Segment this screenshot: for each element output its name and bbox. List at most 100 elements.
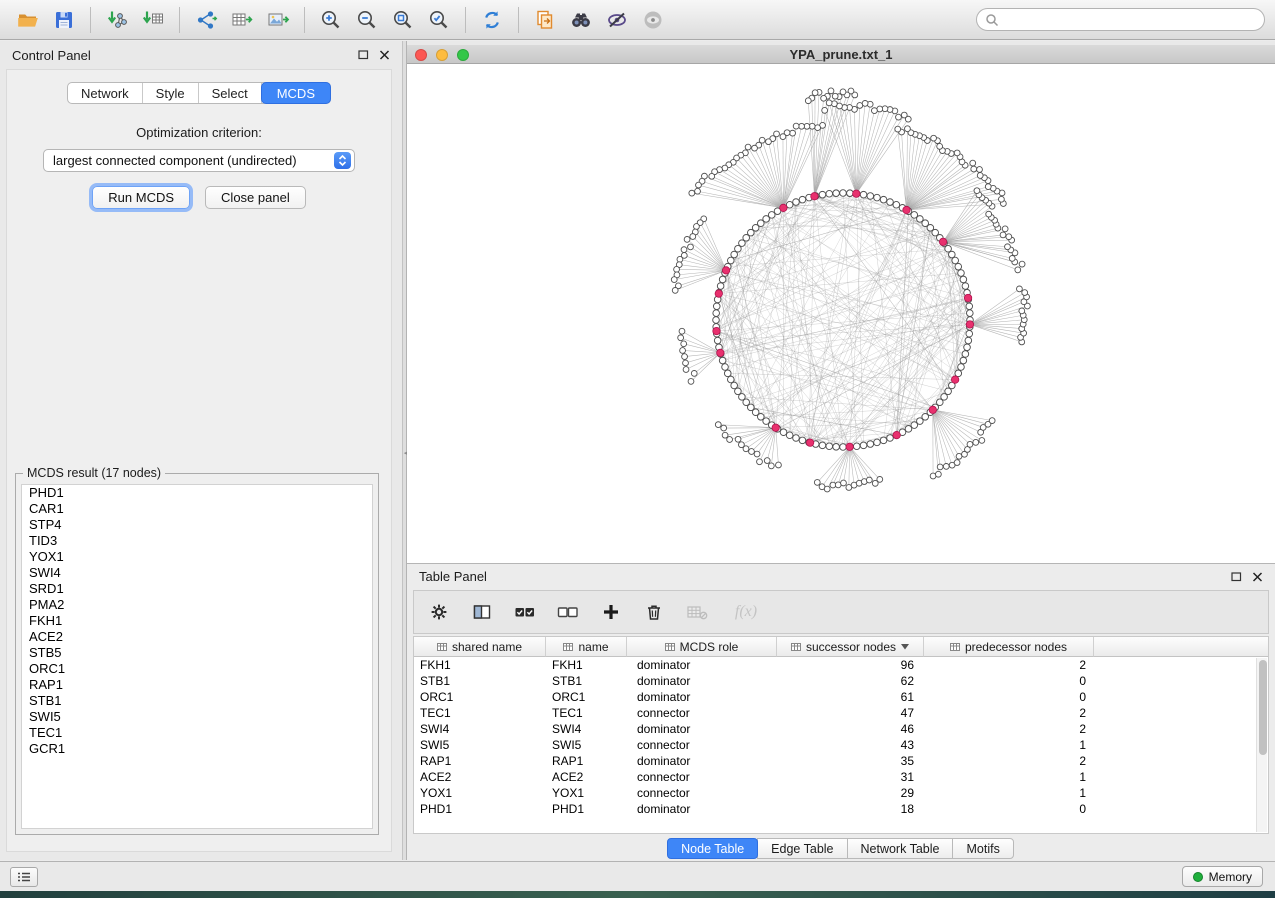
table-cell[interactable]: RAP1 — [546, 753, 627, 769]
table-settings-button[interactable] — [428, 601, 450, 623]
select-all-rows-button[interactable] — [514, 601, 536, 623]
mcds-result-item[interactable]: ORC1 — [22, 661, 372, 677]
mcds-result-item[interactable]: SWI4 — [22, 565, 372, 581]
table-cell[interactable]: dominator — [627, 801, 777, 817]
table-cell[interactable]: dominator — [627, 721, 777, 737]
mcds-result-item[interactable]: STP4 — [22, 517, 372, 533]
mcds-result-item[interactable]: ACE2 — [22, 629, 372, 645]
table-cell[interactable]: 2 — [924, 721, 1094, 737]
table-cell[interactable]: connector — [627, 785, 777, 801]
table-cell[interactable]: dominator — [627, 657, 777, 673]
table-cell[interactable]: FKH1 — [414, 657, 546, 673]
column-header-mcds-role[interactable]: MCDS role — [627, 637, 777, 657]
memory-button[interactable]: Memory — [1182, 866, 1263, 887]
table-cell[interactable]: 0 — [924, 801, 1094, 817]
import-table-button[interactable] — [135, 4, 171, 36]
search-input[interactable] — [999, 12, 1256, 28]
table-cell[interactable]: ORC1 — [546, 689, 627, 705]
tab-mcds[interactable]: MCDS — [261, 82, 331, 104]
column-header-shared-name[interactable]: shared name — [414, 637, 546, 657]
mcds-result-item[interactable]: GCR1 — [22, 741, 372, 757]
table-cell[interactable]: 35 — [777, 753, 924, 769]
close-panel-icon[interactable] — [1252, 572, 1263, 582]
zoom-fit-button[interactable] — [385, 4, 421, 36]
mcds-result-item[interactable]: PHD1 — [22, 485, 372, 501]
mcds-result-item[interactable]: TID3 — [22, 533, 372, 549]
table-cell[interactable]: 31 — [777, 769, 924, 785]
table-cell[interactable]: 43 — [777, 737, 924, 753]
table-cell[interactable]: SWI4 — [414, 721, 546, 737]
table-cell[interactable]: TEC1 — [546, 705, 627, 721]
table-cell[interactable]: 46 — [777, 721, 924, 737]
show-all-button[interactable] — [635, 4, 671, 36]
table-cell[interactable]: ACE2 — [546, 769, 627, 785]
table-cell[interactable]: connector — [627, 769, 777, 785]
zoom-selected-button[interactable] — [421, 4, 457, 36]
network-window-titlebar[interactable]: YPA_prune.txt_1 — [407, 45, 1275, 64]
table-row[interactable]: TEC1TEC1connector472 — [414, 705, 1268, 721]
table-cell[interactable]: PHD1 — [546, 801, 627, 817]
table-cell[interactable]: 0 — [924, 689, 1094, 705]
first-neighbors-button[interactable] — [563, 4, 599, 36]
optimization-criterion-select[interactable]: largest connected component (undirected) — [43, 149, 355, 172]
table-cell[interactable]: ACE2 — [414, 769, 546, 785]
table-cell[interactable]: 0 — [924, 673, 1094, 689]
table-row[interactable]: ACE2ACE2connector311 — [414, 769, 1268, 785]
search-box[interactable] — [976, 8, 1265, 31]
table-cell[interactable]: connector — [627, 705, 777, 721]
export-table-button[interactable] — [224, 4, 260, 36]
export-image-button[interactable] — [260, 4, 296, 36]
mcds-result-item[interactable]: FKH1 — [22, 613, 372, 629]
table-row[interactable]: SWI4SWI4dominator462 — [414, 721, 1268, 737]
tab-style[interactable]: Style — [143, 83, 199, 103]
table-cell[interactable]: RAP1 — [414, 753, 546, 769]
tab-network[interactable]: Network — [68, 83, 143, 103]
float-window-icon[interactable] — [358, 50, 369, 60]
table-cell[interactable]: SWI4 — [546, 721, 627, 737]
table-cell[interactable]: STB1 — [414, 673, 546, 689]
table-cell[interactable]: SWI5 — [414, 737, 546, 753]
zoom-in-button[interactable] — [313, 4, 349, 36]
table-row[interactable]: RAP1RAP1dominator352 — [414, 753, 1268, 769]
zoom-out-button[interactable] — [349, 4, 385, 36]
export-network-button[interactable] — [188, 4, 224, 36]
table-row[interactable]: PHD1PHD1dominator180 — [414, 801, 1268, 817]
table-cell[interactable]: YOX1 — [414, 785, 546, 801]
table-cell[interactable]: dominator — [627, 689, 777, 705]
close-panel-button[interactable]: Close panel — [205, 186, 306, 209]
table-row[interactable]: SWI5SWI5connector431 — [414, 737, 1268, 753]
float-window-icon[interactable] — [1231, 572, 1242, 582]
mcds-result-item[interactable]: RAP1 — [22, 677, 372, 693]
mcds-result-item[interactable]: SRD1 — [22, 581, 372, 597]
refresh-button[interactable] — [474, 4, 510, 36]
mcds-result-list[interactable]: PHD1CAR1STP4TID3YOX1SWI4SRD1PMA2FKH1ACE2… — [21, 484, 373, 829]
table-cell[interactable]: 2 — [924, 705, 1094, 721]
column-header-successor-nodes[interactable]: successor nodes — [777, 637, 924, 657]
table-cell[interactable]: ORC1 — [414, 689, 546, 705]
table-cell[interactable]: dominator — [627, 753, 777, 769]
table-scrollbar[interactable] — [1256, 658, 1267, 832]
table-cell[interactable]: TEC1 — [414, 705, 546, 721]
table-scrollbar-thumb[interactable] — [1259, 660, 1267, 755]
tab-node-table[interactable]: Node Table — [667, 838, 758, 859]
network-canvas[interactable] — [407, 64, 1275, 563]
table-cell[interactable]: connector — [627, 737, 777, 753]
table-row[interactable]: FKH1FKH1dominator962 — [414, 657, 1268, 673]
table-cell[interactable]: 61 — [777, 689, 924, 705]
save-button[interactable] — [46, 4, 82, 36]
import-network-button[interactable] — [99, 4, 135, 36]
network-graph[interactable] — [407, 64, 1275, 563]
delete-column-button[interactable] — [643, 601, 665, 623]
table-cell[interactable]: dominator — [627, 673, 777, 689]
mcds-result-item[interactable]: TEC1 — [22, 725, 372, 741]
mcds-result-item[interactable]: PMA2 — [22, 597, 372, 613]
run-mcds-button[interactable]: Run MCDS — [92, 186, 190, 209]
table-cell[interactable]: 96 — [777, 657, 924, 673]
table-cell[interactable]: 2 — [924, 753, 1094, 769]
tab-select[interactable]: Select — [199, 83, 262, 103]
table-cell[interactable]: PHD1 — [414, 801, 546, 817]
deselect-all-rows-button[interactable] — [557, 601, 579, 623]
mcds-result-item[interactable]: SWI5 — [22, 709, 372, 725]
tab-edge-table[interactable]: Edge Table — [757, 838, 847, 859]
hide-selected-button[interactable] — [599, 4, 635, 36]
